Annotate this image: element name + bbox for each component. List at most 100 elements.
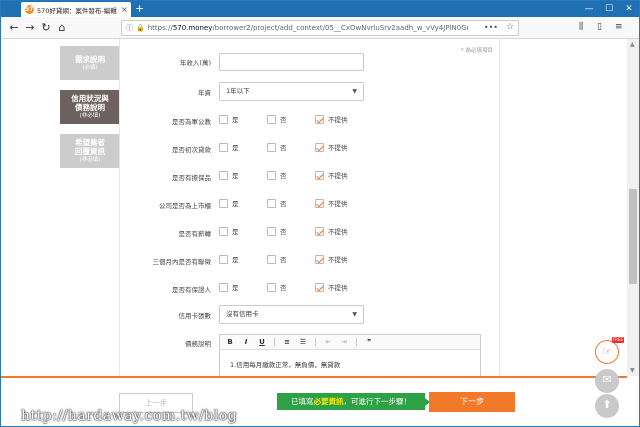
- checkbox[interactable]: [267, 226, 276, 236]
- option-label: 否: [280, 228, 287, 236]
- option-yes[interactable]: 是: [219, 142, 239, 152]
- checkbox[interactable]: [219, 114, 228, 124]
- credit-card-select[interactable]: 沒有信用卡 ▼: [219, 305, 364, 324]
- scroll-up-icon[interactable]: ▲: [630, 41, 635, 48]
- mail-button[interactable]: ✉: [595, 369, 619, 393]
- option-yes[interactable]: 是: [219, 282, 239, 292]
- option-na[interactable]: 不提供: [315, 226, 348, 236]
- checkbox-checked[interactable]: [315, 142, 324, 152]
- checkbox-checked[interactable]: [315, 198, 324, 208]
- option-yes[interactable]: 是: [219, 254, 239, 264]
- checkbox-checked[interactable]: [315, 114, 324, 124]
- checkbox-checked[interactable]: [315, 254, 324, 264]
- scrollbar-thumb[interactable]: [629, 189, 637, 284]
- toolbar-divider: [356, 338, 357, 346]
- step-reply-info[interactable]: 希望業者 回覆資訊 (非必填): [60, 134, 120, 168]
- sidebar-toggle-icon[interactable]: ▯: [597, 22, 602, 32]
- option-na[interactable]: 不提供: [315, 142, 348, 152]
- option-no[interactable]: 否: [267, 282, 287, 292]
- back-arrow-icon[interactable]: ←: [7, 21, 21, 35]
- option-label: 不提供: [328, 256, 348, 264]
- option-no[interactable]: 否: [267, 254, 287, 264]
- checkbox[interactable]: [267, 282, 276, 292]
- checkbox[interactable]: [219, 282, 228, 292]
- question-label: 是否初次貸款: [172, 146, 211, 154]
- step-sidebar: 需求說明 (必填) 信用狀況與 債務說明 (非必填) 希望業者 回覆資訊 (非必…: [60, 46, 120, 178]
- browser-window: 570 570好貸網：案件發布-編輯案 × + — ☐ ✕ ← → ↻ ⌂ ⓘ …: [0, 0, 640, 427]
- debt-editor[interactable]: B I U ≡ ☰ ⇤ ⇥ ❞ 1.信用每月繳款正常，無負債，無貸款: [219, 334, 481, 379]
- tab-close-icon[interactable]: ×: [121, 5, 128, 14]
- checkbox[interactable]: [267, 170, 276, 180]
- option-no[interactable]: 否: [267, 226, 287, 236]
- outdent-icon[interactable]: ⇤: [324, 338, 332, 346]
- bold-icon[interactable]: B: [226, 338, 234, 346]
- checkbox[interactable]: [267, 142, 276, 152]
- checkbox-checked[interactable]: [315, 170, 324, 180]
- option-label: 否: [280, 144, 287, 152]
- back-to-top-button[interactable]: ⬆: [595, 394, 619, 418]
- editor-content[interactable]: 1.信用每月繳款正常，無負債，無貸款: [220, 350, 480, 378]
- option-na[interactable]: 不提供: [315, 170, 348, 180]
- option-no[interactable]: 否: [267, 198, 287, 208]
- checkbox[interactable]: [219, 254, 228, 264]
- checkbox-checked[interactable]: [315, 226, 324, 236]
- seniority-label: 年資: [198, 89, 211, 97]
- arrow-up-icon: ⬆: [602, 398, 612, 411]
- option-na[interactable]: 不提供: [315, 282, 348, 292]
- indent-icon[interactable]: ⇥: [340, 338, 348, 346]
- step-title: 需求說明: [75, 54, 105, 64]
- italic-icon[interactable]: I: [242, 338, 250, 346]
- library-icon[interactable]: ⫼: [579, 22, 583, 32]
- reload-icon[interactable]: ↻: [39, 21, 53, 35]
- option-yes[interactable]: 是: [219, 198, 239, 208]
- blockquote-icon[interactable]: ❞: [365, 338, 373, 346]
- numbered-list-icon[interactable]: ≡: [283, 338, 291, 346]
- checkbox[interactable]: [267, 198, 276, 208]
- checkbox[interactable]: [219, 142, 228, 152]
- option-no[interactable]: 否: [267, 170, 287, 180]
- required-note: * 為必填項目: [461, 48, 493, 54]
- checkbox[interactable]: [219, 198, 228, 208]
- next-step-button[interactable]: 下一步: [429, 392, 515, 412]
- underline-icon[interactable]: U: [258, 338, 266, 346]
- home-icon[interactable]: ⌂: [55, 21, 69, 35]
- scroll-down-icon[interactable]: ▼: [630, 367, 635, 374]
- checkbox-checked[interactable]: [315, 282, 324, 292]
- hand-coin-icon: ☞: [602, 345, 612, 358]
- free-consult-button[interactable]: ☞ FREE: [595, 337, 624, 364]
- new-tab-button[interactable]: +: [135, 2, 144, 15]
- option-no[interactable]: 否: [267, 114, 287, 124]
- maximize-button[interactable]: ☐: [599, 1, 619, 17]
- bookmark-star-icon[interactable]: ☆: [506, 22, 514, 32]
- seniority-select[interactable]: 1年以下 ▼: [219, 82, 364, 101]
- forward-arrow-icon[interactable]: →: [23, 21, 37, 35]
- info-icon[interactable]: ⓘ: [126, 23, 133, 33]
- browser-tab[interactable]: 570 570好貸網：案件發布-編輯案 ×: [21, 2, 131, 17]
- menu-icon[interactable]: ≡: [615, 22, 623, 32]
- page-scrollbar[interactable]: ▲ ▼: [627, 39, 639, 376]
- income-label: 年收入(萬): [179, 59, 211, 67]
- option-na[interactable]: 不提供: [315, 198, 348, 208]
- checkbox[interactable]: [219, 170, 228, 180]
- step-requirements[interactable]: 需求說明 (必填): [60, 46, 120, 80]
- toolbar-divider: [315, 338, 316, 346]
- option-na[interactable]: 不提供: [315, 254, 348, 264]
- checkbox[interactable]: [267, 114, 276, 124]
- step-credit-status[interactable]: 信用狀況與 債務說明 (非必填): [60, 90, 120, 124]
- option-no[interactable]: 否: [267, 142, 287, 152]
- checkbox[interactable]: [267, 254, 276, 264]
- option-yes[interactable]: 是: [219, 170, 239, 180]
- chevron-down-icon: ▼: [352, 311, 357, 318]
- option-label: 否: [280, 116, 287, 124]
- minimize-button[interactable]: —: [579, 1, 599, 17]
- checkbox[interactable]: [219, 226, 228, 236]
- income-input[interactable]: [219, 53, 364, 71]
- option-yes[interactable]: 是: [219, 226, 239, 236]
- close-window-button[interactable]: ✕: [619, 1, 639, 17]
- debt-label: 債務說明: [185, 340, 211, 348]
- page-actions-icon[interactable]: •••: [484, 23, 498, 32]
- address-bar[interactable]: ⓘ 🔒 https://570.money/borrower2/project/…: [121, 20, 519, 36]
- bulleted-list-icon[interactable]: ☰: [299, 338, 307, 346]
- option-na[interactable]: 不提供: [315, 114, 348, 124]
- option-yes[interactable]: 是: [219, 114, 239, 124]
